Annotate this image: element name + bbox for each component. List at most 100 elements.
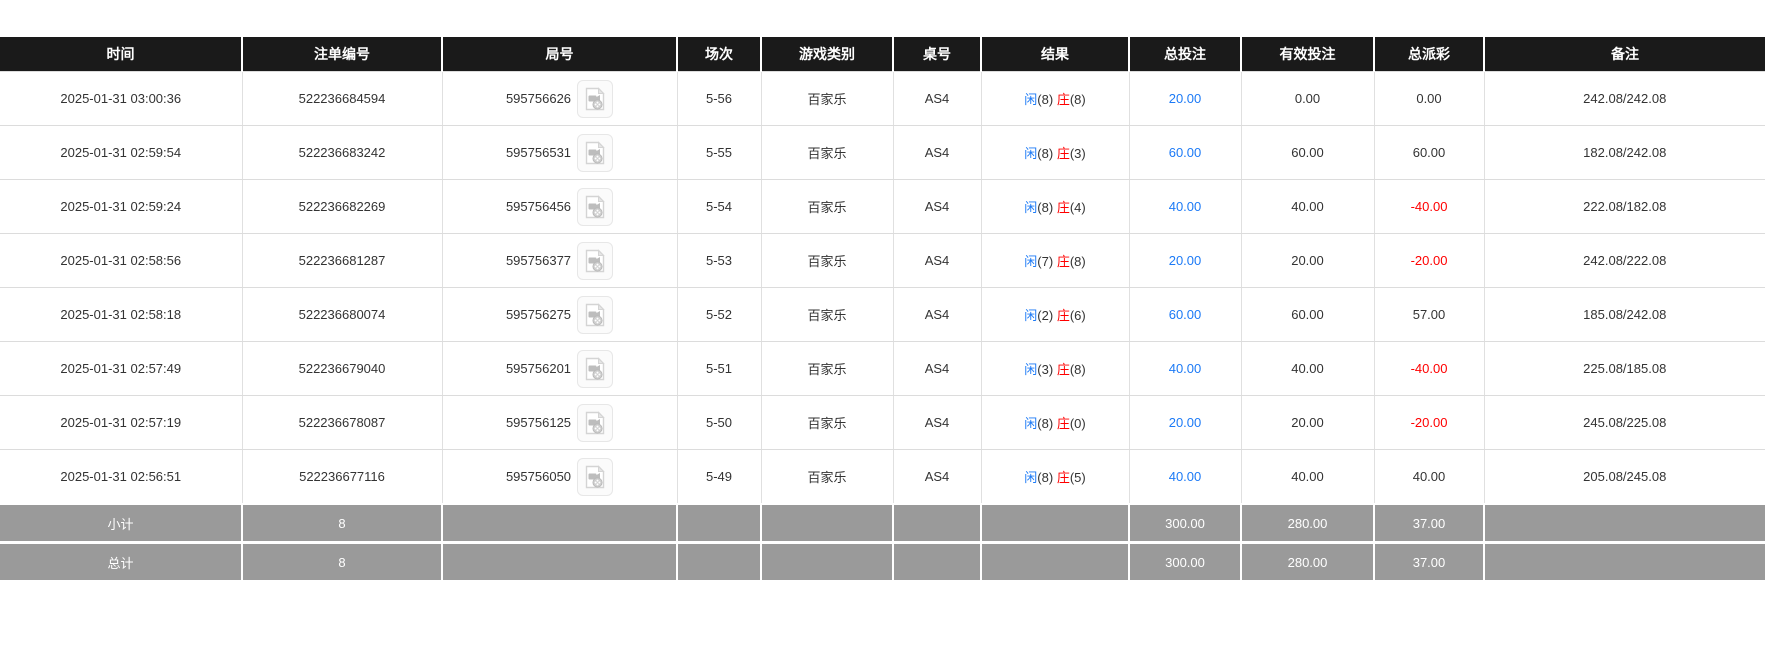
cell-result: 闲(8) 庄(4) [981,180,1129,234]
cell-result: 闲(8) 庄(0) [981,396,1129,450]
cell-valid-bet: 20.00 [1241,234,1374,288]
header-time: 时间 [0,37,242,72]
player-result-label: 闲 [1024,200,1037,215]
cell-total-bet[interactable]: 60.00 [1129,288,1241,342]
cell-payout: -40.00 [1374,342,1484,396]
cell-result: 闲(2) 庄(6) [981,288,1129,342]
cell-remark: 205.08/245.08 [1484,450,1765,505]
cell-total-bet[interactable]: 20.00 [1129,234,1241,288]
cell-remark: 245.08/225.08 [1484,396,1765,450]
cell-table-no: AS4 [893,234,981,288]
cell-valid-bet: 0.00 [1241,72,1374,126]
player-result-label: 闲 [1024,416,1037,431]
total-row: 总计 8 300.00 280.00 37.00 [0,543,1765,581]
cell-time: 2025-01-31 02:59:54 [0,126,242,180]
cell-game-type: 百家乐 [761,342,893,396]
banker-points: (8) [1070,254,1086,269]
banker-points: (5) [1070,470,1086,485]
header-row: 时间 注单编号 局号 场次 游戏类别 桌号 结果 总投注 有效投注 总派彩 备注 [0,37,1765,72]
banker-points: (4) [1070,200,1086,215]
round-number: 595756050 [506,469,571,484]
table-row: 2025-01-31 02:58:56 522236681287 5957563… [0,234,1765,288]
cell-payout: -20.00 [1374,234,1484,288]
cell-bet-id: 522236679040 [242,342,442,396]
cell-result: 闲(8) 庄(3) [981,126,1129,180]
table-row: 2025-01-31 02:59:24 522236682269 5957564… [0,180,1765,234]
banker-result-label: 庄 [1057,146,1070,161]
total-valid-bet: 280.00 [1241,543,1374,581]
cell-valid-bet: 40.00 [1241,450,1374,505]
cell-payout: 0.00 [1374,72,1484,126]
header-result: 结果 [981,37,1129,72]
player-result-label: 闲 [1024,146,1037,161]
cell-table-no: AS4 [893,342,981,396]
total-label: 总计 [0,543,242,581]
video-file-icon [584,87,606,111]
cell-bet-id: 522236681287 [242,234,442,288]
cell-remark: 185.08/242.08 [1484,288,1765,342]
cell-session: 5-54 [677,180,761,234]
table-row: 2025-01-31 02:57:19 522236678087 5957561… [0,396,1765,450]
round-number: 595756456 [506,199,571,214]
video-file-icon [584,411,606,435]
cell-payout: 40.00 [1374,450,1484,505]
banker-result-label: 庄 [1057,470,1070,485]
cell-bet-id: 522236677116 [242,450,442,505]
cell-round-no: 595756125 [442,396,677,450]
video-replay-button[interactable] [577,296,613,334]
video-file-icon [584,303,606,327]
cell-result: 闲(7) 庄(8) [981,234,1129,288]
cell-payout: 60.00 [1374,126,1484,180]
video-replay-button[interactable] [577,458,613,496]
banker-result-label: 庄 [1057,308,1070,323]
cell-total-bet[interactable]: 20.00 [1129,396,1241,450]
subtotal-label: 小计 [0,504,242,543]
video-replay-button[interactable] [577,188,613,226]
bet-history-table: 时间 注单编号 局号 场次 游戏类别 桌号 结果 总投注 有效投注 总派彩 备注… [0,37,1765,580]
player-points: (8) [1037,92,1053,107]
header-payout: 总派彩 [1374,37,1484,72]
cell-round-no: 595756626 [442,72,677,126]
cell-total-bet[interactable]: 60.00 [1129,126,1241,180]
total-count: 8 [242,543,442,581]
table-row: 2025-01-31 02:57:49 522236679040 5957562… [0,342,1765,396]
cell-game-type: 百家乐 [761,234,893,288]
video-replay-button[interactable] [577,134,613,172]
video-replay-button[interactable] [577,80,613,118]
video-replay-button[interactable] [577,404,613,442]
cell-total-bet[interactable]: 40.00 [1129,450,1241,505]
player-result-label: 闲 [1024,308,1037,323]
header-table-no: 桌号 [893,37,981,72]
round-number: 595756201 [506,361,571,376]
video-replay-button[interactable] [577,350,613,388]
player-result-label: 闲 [1024,254,1037,269]
player-result-label: 闲 [1024,362,1037,377]
cell-game-type: 百家乐 [761,450,893,505]
video-file-icon [584,249,606,273]
cell-time: 2025-01-31 02:59:24 [0,180,242,234]
cell-total-bet[interactable]: 20.00 [1129,72,1241,126]
video-file-icon [584,195,606,219]
cell-table-no: AS4 [893,396,981,450]
cell-total-bet[interactable]: 40.00 [1129,342,1241,396]
cell-payout: 57.00 [1374,288,1484,342]
video-replay-button[interactable] [577,242,613,280]
cell-total-bet[interactable]: 40.00 [1129,180,1241,234]
player-points: (8) [1037,146,1053,161]
cell-table-no: AS4 [893,450,981,505]
round-number: 595756531 [506,145,571,160]
banker-points: (8) [1070,92,1086,107]
cell-valid-bet: 20.00 [1241,396,1374,450]
subtotal-payout: 37.00 [1374,504,1484,543]
player-points: (8) [1037,470,1053,485]
player-points: (8) [1037,416,1053,431]
subtotal-valid-bet: 280.00 [1241,504,1374,543]
cell-table-no: AS4 [893,72,981,126]
cell-session: 5-52 [677,288,761,342]
round-number: 595756125 [506,415,571,430]
player-points: (2) [1037,308,1053,323]
cell-time: 2025-01-31 02:58:18 [0,288,242,342]
header-total-bet: 总投注 [1129,37,1241,72]
cell-session: 5-55 [677,126,761,180]
cell-remark: 222.08/182.08 [1484,180,1765,234]
